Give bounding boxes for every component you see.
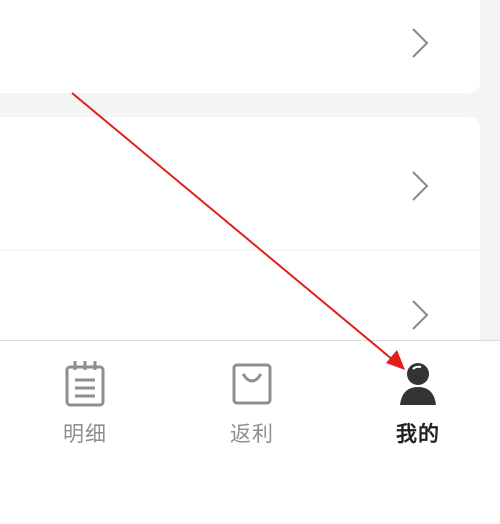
chevron-right-icon (412, 300, 429, 330)
tab-label: 返利 (230, 422, 274, 446)
tab-label: 我的 (396, 422, 440, 446)
list-card-main (0, 117, 480, 347)
tab-label: 明细 (63, 422, 107, 446)
list-item[interactable] (0, 250, 480, 347)
person-icon (400, 363, 436, 405)
bottom-tab-bar: 明细 返利 我的 (0, 340, 500, 524)
list-card-top (0, 0, 480, 93)
list-item[interactable] (0, 117, 480, 250)
tab-mine[interactable]: 我的 (358, 341, 478, 461)
chevron-right-icon (412, 171, 429, 201)
list-item[interactable] (0, 0, 480, 93)
notepad-icon (65, 361, 105, 407)
tab-rebate[interactable]: 返利 (192, 341, 312, 461)
tab-ledger[interactable]: 明细 (25, 341, 145, 461)
chevron-right-icon (412, 28, 429, 58)
shopping-bag-icon (232, 363, 272, 405)
